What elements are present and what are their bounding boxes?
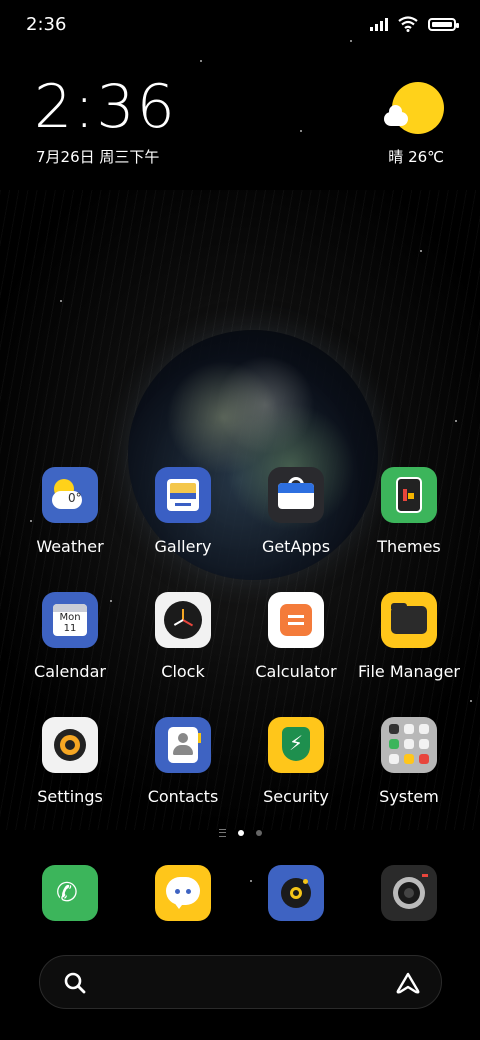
- app-label: Gallery: [154, 537, 212, 556]
- folder-grid-icon: [381, 717, 437, 773]
- shield-icon: ⚡: [268, 717, 324, 773]
- clock-widget-date[interactable]: 7月26日 周三下午: [36, 146, 159, 167]
- app-themes[interactable]: Themes: [354, 467, 464, 556]
- search-icon[interactable]: [64, 972, 86, 994]
- dock-phone[interactable]: ✆: [15, 865, 125, 921]
- app-label: Calendar: [34, 662, 106, 681]
- app-gallery[interactable]: Gallery: [128, 467, 238, 556]
- app-label: Contacts: [147, 787, 219, 806]
- gear-icon: [42, 717, 98, 773]
- app-label: Calculator: [255, 662, 337, 681]
- app-label: File Manager: [358, 662, 460, 681]
- signal-icon: [370, 17, 388, 31]
- camera-icon: [381, 865, 437, 921]
- app-label: Clock: [161, 662, 205, 681]
- weather-icon: 0°: [42, 467, 98, 523]
- app-label: Security: [263, 787, 329, 806]
- page-dot-2[interactable]: [255, 830, 262, 836]
- chat-bubble-icon: [155, 865, 211, 921]
- status-bar: 2:36: [0, 0, 480, 50]
- app-settings[interactable]: Settings: [15, 717, 125, 806]
- menu-lines-icon[interactable]: [218, 829, 226, 837]
- app-clock[interactable]: Clock: [128, 592, 238, 681]
- app-contacts[interactable]: Contacts: [128, 717, 238, 806]
- phone-icon: ✆: [42, 865, 98, 921]
- dock-camera[interactable]: [354, 865, 464, 921]
- themes-icon: [381, 467, 437, 523]
- calculator-icon: [268, 592, 324, 648]
- wifi-icon: [398, 16, 418, 32]
- shopping-bag-icon: [268, 467, 324, 523]
- app-label: System: [379, 787, 439, 806]
- app-security[interactable]: ⚡ Security: [241, 717, 351, 806]
- app-label: Themes: [377, 537, 441, 556]
- app-label: Settings: [37, 787, 103, 806]
- weather-widget-icon[interactable]: [384, 82, 444, 142]
- app-getapps[interactable]: GetApps: [241, 467, 351, 556]
- search-bar[interactable]: [39, 955, 442, 1009]
- dock-messaging[interactable]: [128, 865, 238, 921]
- folder-icon: [381, 592, 437, 648]
- app-label: Weather: [36, 537, 104, 556]
- app-label: GetApps: [261, 537, 331, 556]
- clock-icon: [155, 592, 211, 648]
- page-dot-1[interactable]: [237, 830, 244, 836]
- battery-icon: [428, 17, 459, 31]
- app-calendar[interactable]: Mon 11 Calendar: [15, 592, 125, 681]
- calendar-icon: Mon 11: [42, 592, 98, 648]
- status-time: 2:36: [26, 14, 67, 35]
- music-icon: [268, 865, 324, 921]
- app-weather[interactable]: 0° Weather: [15, 467, 125, 556]
- dock-music[interactable]: [241, 865, 351, 921]
- assistant-icon[interactable]: [395, 972, 421, 994]
- app-file-manager[interactable]: File Manager: [354, 592, 464, 681]
- page-indicator[interactable]: [0, 829, 480, 837]
- contacts-icon: [155, 717, 211, 773]
- gallery-icon: [155, 467, 211, 523]
- weather-widget-text[interactable]: 晴 26℃: [388, 146, 444, 167]
- clock-widget-time[interactable]: 2:36: [34, 72, 177, 142]
- app-system-folder[interactable]: System: [354, 717, 464, 806]
- app-calculator[interactable]: Calculator: [241, 592, 351, 681]
